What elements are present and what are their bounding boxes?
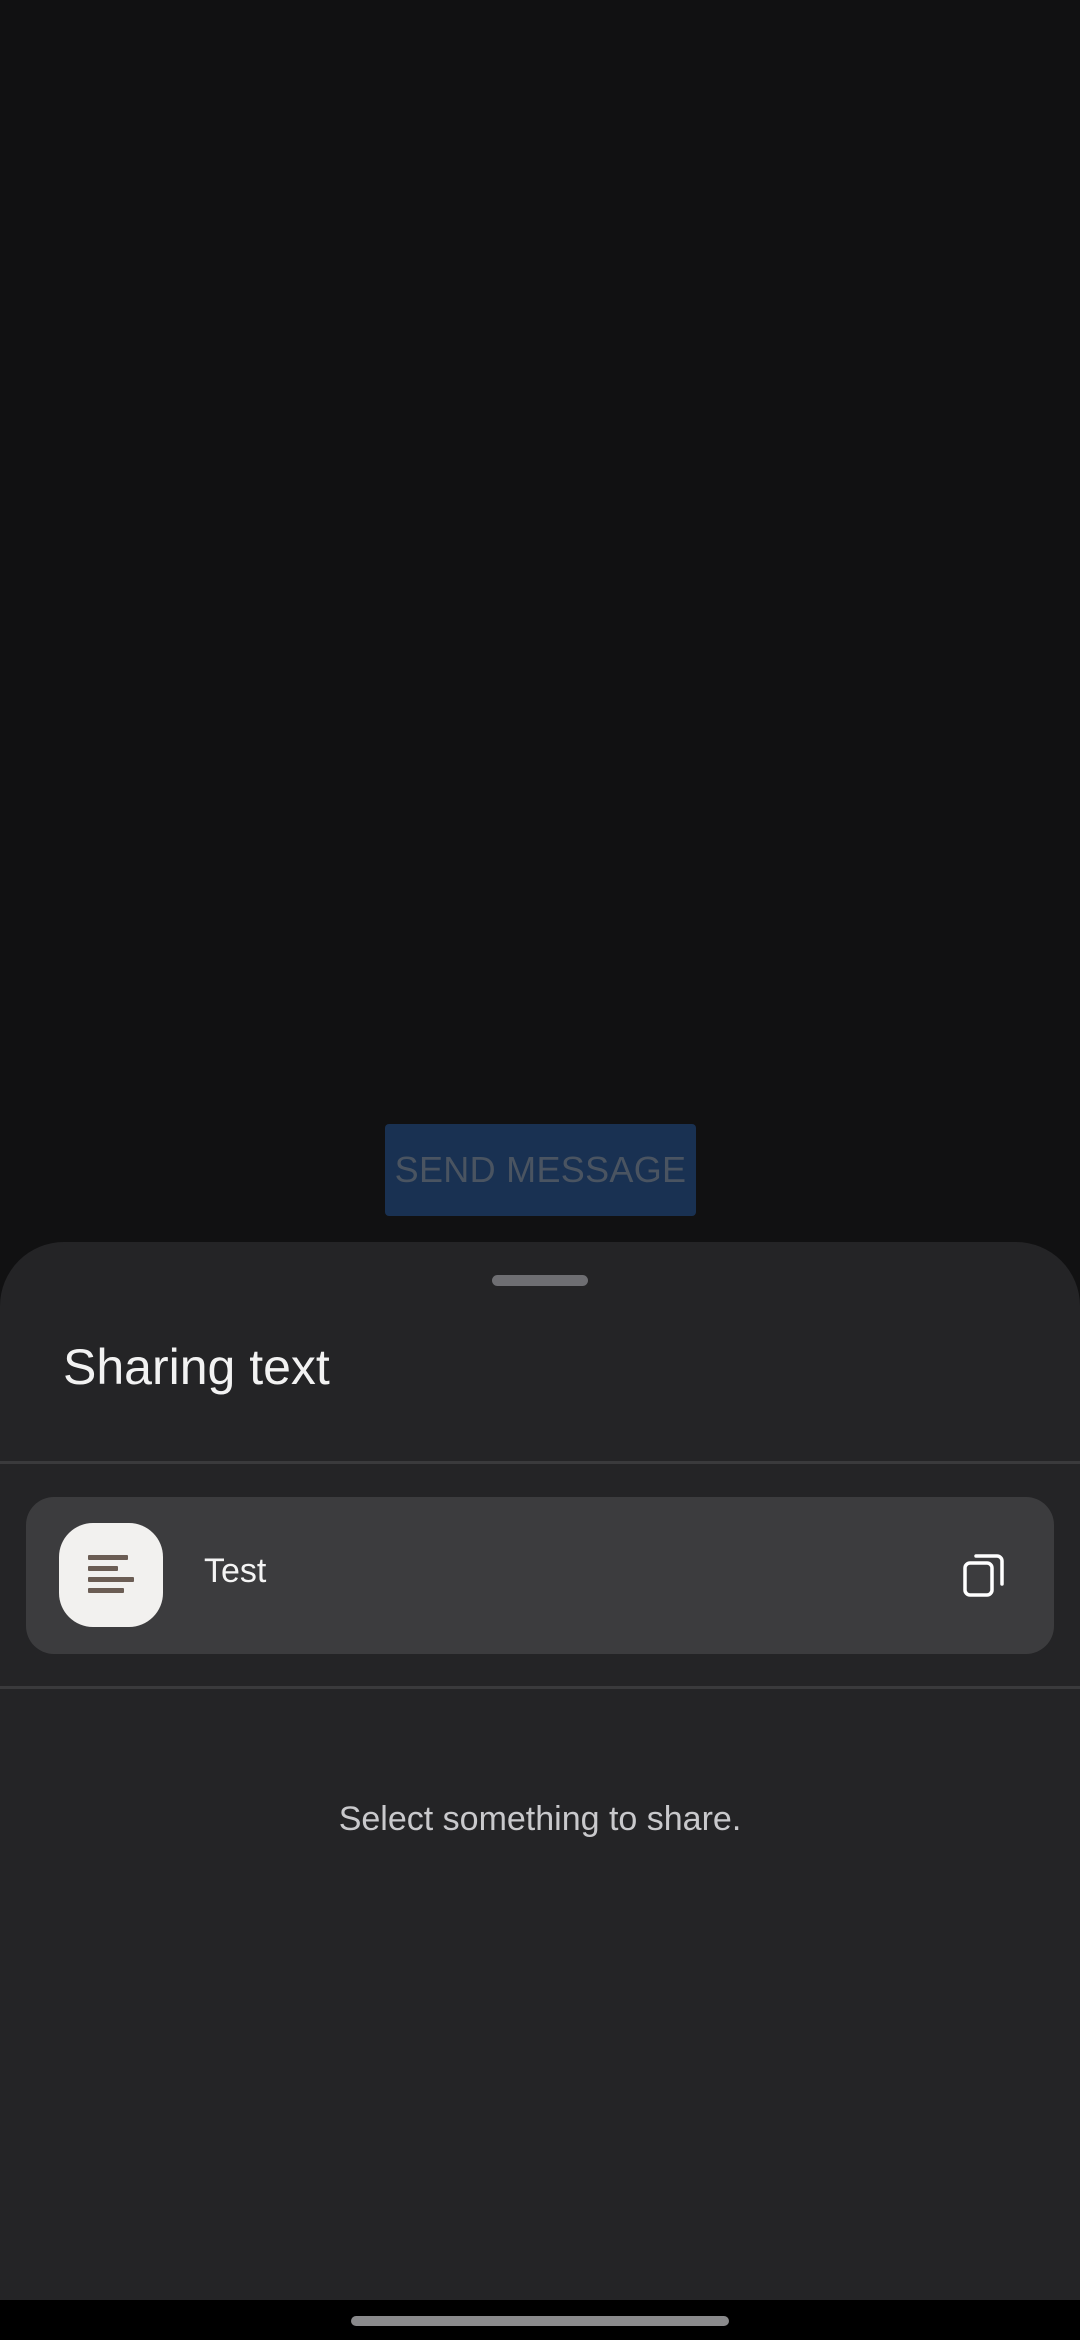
copy-icon[interactable] — [956, 1547, 1012, 1603]
empty-state-message: Select something to share. — [338, 1800, 742, 1838]
text-lines-icon — [59, 1523, 163, 1627]
divider — [0, 1461, 1080, 1464]
share-item-card[interactable]: Test — [26, 1497, 1054, 1654]
divider — [0, 1686, 1080, 1689]
home-gesture-handle[interactable] — [351, 2316, 729, 2326]
drag-handle[interactable] — [492, 1275, 588, 1286]
share-sheet: Sharing text Test Select something to sh… — [0, 1242, 1080, 2300]
send-message-button[interactable]: SEND MESSAGE — [385, 1124, 696, 1216]
navigation-bar — [0, 2300, 1080, 2340]
sheet-title: Sharing text — [63, 1339, 330, 1395]
share-item-label: Test — [204, 1552, 267, 1590]
